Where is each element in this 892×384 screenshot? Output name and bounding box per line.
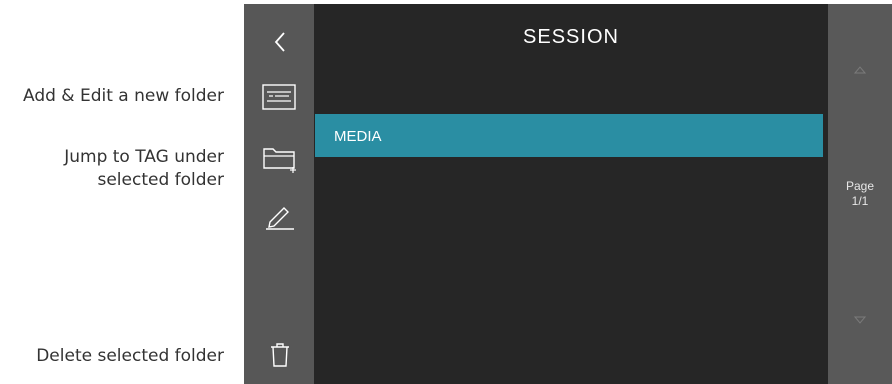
back-arrow-icon[interactable] — [268, 30, 292, 54]
page-down-icon[interactable] — [854, 316, 866, 324]
page-number: 1/1 — [851, 194, 869, 208]
annotation-add-edit: Add & Edit a new folder — [22, 86, 224, 106]
left-toolbar — [244, 4, 314, 384]
folder-row-media[interactable]: MEDIA — [315, 114, 823, 157]
annotation-jump-line1: Jump to TAG under — [64, 147, 224, 167]
main-panel: SESSION MEDIA — [314, 4, 828, 384]
right-pager: Page 1/1 — [828, 4, 892, 384]
annotation-delete: Delete selected folder — [36, 346, 224, 366]
new-folder-icon[interactable] — [262, 145, 298, 173]
device-screen: SESSION MEDIA Page 1/1 — [244, 4, 892, 384]
annotation-jump-to-tag: Jump to TAG under selected folder — [64, 146, 224, 192]
page-label: Page — [845, 179, 875, 193]
annotation-jump-line2: selected folder — [97, 170, 224, 190]
keyboard-icon[interactable] — [262, 84, 296, 110]
page-up-icon[interactable] — [854, 66, 866, 74]
folder-label: MEDIA — [334, 128, 382, 145]
page-indicator: Page 1/1 — [828, 179, 892, 209]
screen-title: SESSION — [523, 26, 619, 48]
trash-icon[interactable] — [269, 342, 291, 368]
edit-pencil-icon[interactable] — [264, 202, 296, 230]
